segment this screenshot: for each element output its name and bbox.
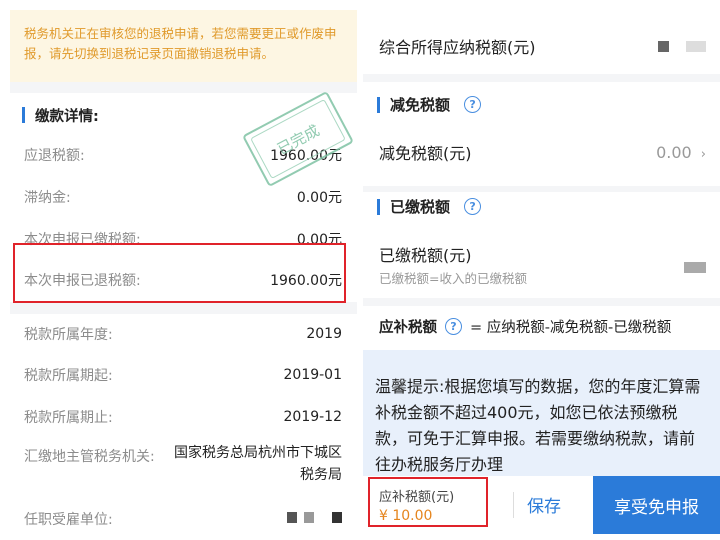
- tax-calculation-panel: 综合所得应纳税额(元) 减免税额 ? 减免税额(元) 0.00 › 已缴税额 ?: [363, 10, 720, 534]
- row-label: 任职受雇单位:: [24, 512, 113, 528]
- section-accent-bar: [377, 198, 380, 215]
- paid-card: 已缴税额 ? 已缴税额(元) 已缴税额=收入的已缴税额: [363, 192, 720, 298]
- chevron-right-icon: ›: [700, 146, 706, 162]
- row-label: 滞纳金:: [24, 190, 71, 206]
- paid-row[interactable]: 已缴税额(元) 已缴税额=收入的已缴税额: [379, 242, 706, 287]
- exempt-filing-button[interactable]: 享受免申报: [593, 476, 720, 534]
- formula-card: 应补税额 ? = 应纳税额-减免税额-已缴税额: [363, 306, 720, 350]
- row-value: 2019: [306, 326, 342, 342]
- section-accent-bar: [377, 96, 380, 113]
- row-value: 0.00元: [296, 190, 342, 206]
- save-button[interactable]: 保存: [527, 492, 561, 517]
- reduction-header: 减免税额 ?: [377, 94, 482, 115]
- formula-label: 应补税额: [379, 320, 437, 336]
- button-divider: [513, 492, 514, 518]
- payable-card: 综合所得应纳税额(元): [363, 10, 720, 74]
- section-title: 缴款详情:: [35, 108, 99, 125]
- row-label: 应退税额:: [24, 148, 85, 164]
- formula-text: = 应纳税额-减免税额-已缴税额: [470, 320, 672, 336]
- row-value: 2019-12: [283, 409, 343, 425]
- detail-row-tax-authority: 汇缴地主管税务机关: 国家税务总局杭州市下城区税务局: [24, 442, 342, 486]
- detail-row-late-fee: 滞纳金: 0.00元: [24, 185, 342, 209]
- row-label: 汇缴地主管税务机关:: [24, 449, 155, 465]
- highlight-box-refunded: [13, 243, 346, 303]
- paid-subtext: 已缴税额=收入的已缴税额: [379, 271, 527, 286]
- question-circle-icon[interactable]: ?: [445, 318, 462, 335]
- detail-row-period-end: 税款所属期止: 2019-12: [24, 405, 342, 429]
- paid-header: 已缴税额 ?: [377, 196, 482, 217]
- payable-row[interactable]: 综合所得应纳税额(元): [379, 34, 706, 58]
- payment-detail-panel: 税务机关正在审核您的退税申请，若您需要更正或作废申报，请先切换到退税记录页面撤销…: [10, 10, 357, 534]
- detail-row-employer: 任职受雇单位:: [24, 507, 342, 531]
- formula-row: 应补税额 ? = 应纳税额-减免税额-已缴税额: [379, 316, 706, 337]
- question-circle-icon[interactable]: ?: [464, 198, 482, 215]
- reduction-card: 减免税额 ? 减免税额(元) 0.00 ›: [363, 82, 720, 186]
- redacted-value: [287, 511, 342, 527]
- reduction-label: 减免税额(元): [379, 144, 472, 163]
- review-notice: 税务机关正在审核您的退税申请，若您需要更正或作废申报，请先切换到退税记录页面撤销…: [10, 10, 357, 82]
- question-circle-icon[interactable]: ?: [464, 96, 482, 113]
- paid-label-group: 已缴税额(元) 已缴税额=收入的已缴税额: [379, 242, 527, 287]
- redacted-value: [657, 37, 706, 56]
- payment-detail-header: 缴款详情:: [22, 105, 99, 125]
- payable-label: 综合所得应纳税额(元): [379, 38, 536, 57]
- paid-section-title: 已缴税额: [390, 198, 451, 216]
- redacted-value: [684, 258, 706, 277]
- warm-tip: 温馨提示:根据您填写的数据，您的年度汇算需补税金额不超过400元，如您已依法预缴…: [363, 350, 720, 482]
- detail-row-period-start: 税款所属期起: 2019-01: [24, 363, 342, 387]
- section-divider: [10, 302, 357, 314]
- row-value: 国家税务总局杭州市下城区税务局: [174, 445, 342, 483]
- section-accent-bar: [22, 107, 25, 123]
- row-label: 税款所属期起:: [24, 368, 113, 384]
- row-value: 2019-01: [283, 367, 343, 383]
- reduction-row[interactable]: 减免税额(元) 0.00 ›: [379, 140, 706, 164]
- highlight-box-due-amount: [368, 477, 488, 527]
- reduction-value-wrap: 0.00 ›: [656, 143, 706, 162]
- row-label: 税款所属年度:: [24, 327, 113, 343]
- paid-label: 已缴税额(元): [379, 246, 472, 265]
- reduction-value: 0.00: [656, 142, 692, 162]
- reduction-section-title: 减免税额: [390, 96, 451, 114]
- row-label: 税款所属期止:: [24, 410, 113, 426]
- detail-row-tax-year: 税款所属年度: 2019: [24, 322, 342, 346]
